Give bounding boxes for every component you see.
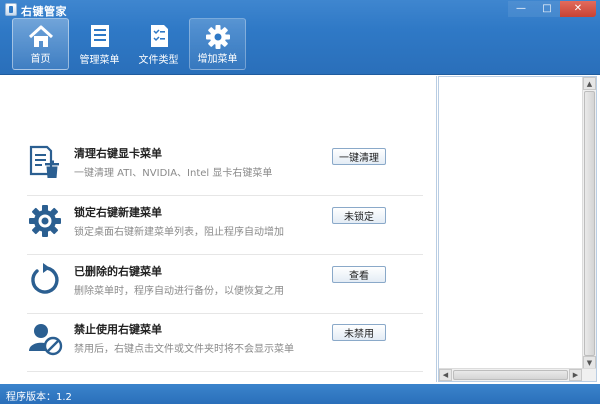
horizontal-scroll-thumb[interactable] [453,370,568,380]
home-icon [28,25,53,47]
file-type-icon [150,25,168,47]
scroll-up-icon[interactable]: ▲ [583,77,596,90]
window-controls: — □ ✕ [508,1,596,17]
row-description: 删除菜单时，程序自动进行备份，以便恢复之用 [74,286,284,297]
lock-toggle-button[interactable]: 未锁定 [332,207,386,224]
view-button[interactable]: 查看 [332,266,386,283]
tab-manage-menu-label: 管理菜单 [79,55,120,66]
row-title: 清理右键显卡菜单 [74,147,162,160]
side-panel: ▲ ▼ ◀ ▶ [438,76,597,382]
home-panel: 清理右键显卡菜单 一键清理 ATI、NVIDIA、Intel 显卡右键菜单 一键… [5,76,437,382]
horizontal-scrollbar[interactable]: ◀ ▶ [439,368,596,381]
main-toolbar: 首页 管理菜单 文件类型 增加菜单 [12,18,248,74]
row-title: 已删除的右键菜单 [74,265,162,278]
row-description: 禁用后，右键点击文件或文件夹时将不会显示菜单 [74,344,294,355]
tab-home[interactable]: 首页 [12,18,69,70]
gear-icon [29,205,61,237]
row-description: 锁定桌面右键新建菜单列表，阻止程序自动增加 [74,227,284,238]
maximize-button[interactable]: □ [534,1,560,17]
tab-file-type-label: 文件类型 [138,55,179,66]
one-click-clean-button[interactable]: 一键清理 [332,148,386,165]
vertical-scrollbar[interactable]: ▲ ▼ [582,77,596,369]
status-bar: 程序版本：1.2 [0,384,600,404]
row-title: 禁止使用右键菜单 [74,323,162,336]
scroll-left-icon[interactable]: ◀ [439,369,452,381]
list-item-deleted-menus: 已删除的右键菜单 删除菜单时，程序自动进行备份，以便恢复之用 查看 [27,256,423,314]
minimize-button[interactable]: — [508,1,534,17]
tab-add-menu-label: 增加菜单 [197,54,238,65]
refresh-icon [31,263,59,294]
window-title: 右键管家 [21,5,67,18]
list-item-disable-context-menu: 禁止使用右键菜单 禁用后，右键点击文件或文件夹时将不会显示菜单 未禁用 [27,314,423,372]
tab-add-menu[interactable]: 增加菜单 [189,18,246,70]
trash-list-icon [29,145,59,178]
tab-home-label: 首页 [30,54,51,65]
gear-icon [205,25,230,49]
tab-manage-menu[interactable]: 管理菜单 [71,18,128,70]
row-description: 一键清理 ATI、NVIDIA、Intel 显卡右键菜单 [74,168,273,179]
row-title: 锁定右键新建菜单 [74,206,162,219]
user-block-icon [29,324,63,356]
header: 右键管家 — □ ✕ 首页 管理菜单 文件类型 增加菜单 [0,0,600,75]
title-bar[interactable]: 右键管家 — □ ✕ [0,0,600,20]
vertical-scroll-thumb[interactable] [584,91,595,356]
version-text: 程序版本：1.2 [6,392,72,403]
disable-toggle-button[interactable]: 未禁用 [332,324,386,341]
close-button[interactable]: ✕ [560,1,596,17]
list-item-clean-gpu-menu: 清理右键显卡菜单 一键清理 ATI、NVIDIA、Intel 显卡右键菜单 一键… [27,138,423,196]
tab-file-type[interactable]: 文件类型 [130,18,187,70]
list-icon [90,25,109,47]
list-item-lock-new-menu: 锁定右键新建菜单 锁定桌面右键新建菜单列表，阻止程序自动增加 未锁定 [27,197,423,255]
scroll-right-icon[interactable]: ▶ [569,369,582,381]
app-logo-icon [5,3,17,16]
